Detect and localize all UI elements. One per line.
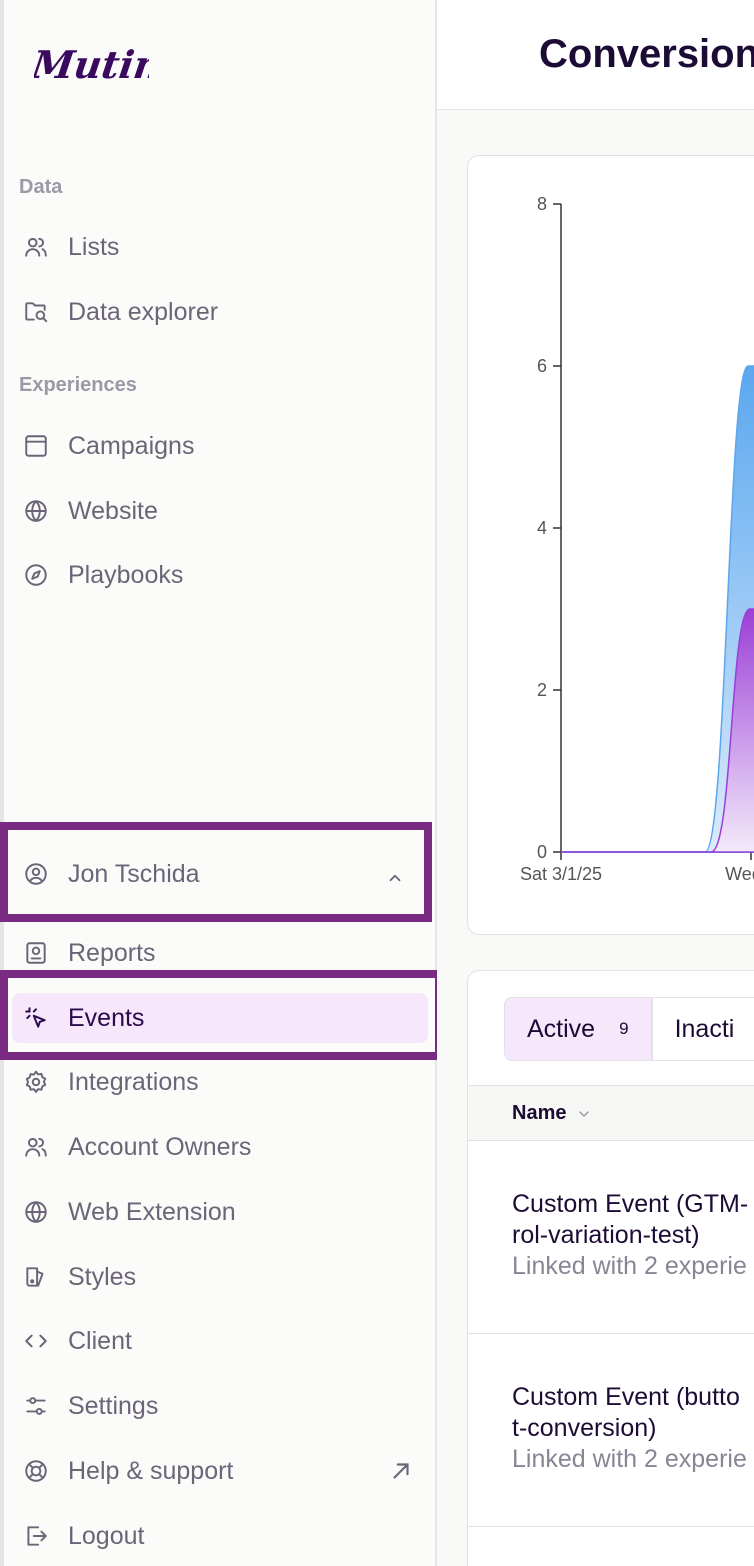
event-name-line: Custom Event (GTM-: [512, 1190, 749, 1218]
x-tick-label: Sat 3/1/25: [520, 864, 602, 884]
event-name[interactable]: Custom Event (GTM- rol-variation-test): [512, 1189, 748, 1251]
column-header-label: Name: [512, 1102, 567, 1124]
page-header: Conversion: [437, 0, 754, 110]
swatch-icon: [22, 1263, 50, 1291]
sidebar-item-account-owners[interactable]: Account Owners: [12, 1122, 428, 1172]
sidebar: Mutiny Data Lists Data explorer Experien…: [4, 0, 436, 1566]
section-label-data: Data: [19, 176, 63, 198]
sidebar-item-web-extension[interactable]: Web Extension: [12, 1187, 428, 1237]
conversion-chart: 0 2 4 6 8 Sat 3/1/25 Wed 3: [467, 155, 754, 935]
sidebar-item-label: Account Owners: [68, 1132, 252, 1161]
table-row[interactable]: Custom Event (GTM- rol-variation-test) L…: [468, 1141, 754, 1334]
compass-icon: [22, 561, 50, 589]
mutiny-logo[interactable]: Mutiny: [27, 38, 189, 103]
sidebar-item-label: Events: [68, 1003, 145, 1032]
logout-icon: [22, 1522, 50, 1550]
y-tick-label: 4: [537, 518, 547, 538]
event-name-line: Custom Event (butto: [512, 1383, 740, 1411]
sidebar-item-reports[interactable]: Reports: [12, 928, 428, 978]
tab-label: Inacti: [674, 1014, 735, 1043]
sidebar-item-client[interactable]: Client: [12, 1316, 428, 1366]
event-name-line: rol-variation-test): [512, 1221, 700, 1249]
tab-count-badge: 9: [619, 1019, 629, 1038]
sidebar-item-settings[interactable]: Settings: [12, 1381, 428, 1431]
sidebar-item-data-explorer[interactable]: Data explorer: [12, 287, 428, 337]
sidebar-item-playbooks[interactable]: Playbooks: [12, 550, 428, 600]
event-linked-info: Linked with 2 experie: [512, 1445, 747, 1473]
user-menu-toggle[interactable]: Jon Tschida: [12, 849, 428, 899]
y-tick-label: 8: [537, 194, 547, 214]
y-tick-label: 0: [537, 842, 547, 862]
sidebar-item-label: Data explorer: [68, 297, 219, 326]
main-content: Conversion 0 2 4 6 8 Sat 3/1/25 Wed 3 Active 9…: [437, 0, 754, 1566]
y-tick-label: 2: [537, 680, 547, 700]
sidebar-item-label: Reports: [68, 938, 156, 967]
table-row[interactable]: Custom Event (butto t-conversion) Linked…: [468, 1334, 754, 1527]
event-name-line: t-conversion): [512, 1414, 657, 1442]
report-icon: [22, 939, 50, 967]
sidebar-item-lists[interactable]: Lists: [12, 222, 428, 272]
lifebuoy-icon: [22, 1457, 50, 1485]
sidebar-item-label: Lists: [68, 232, 120, 261]
section-label-experiences: Experiences: [19, 374, 137, 396]
series-area-blue: [561, 365, 754, 853]
sidebar-item-campaigns[interactable]: Campaigns: [12, 421, 428, 471]
tab-inactive[interactable]: Inacti: [651, 997, 754, 1061]
y-tick-label: 6: [537, 356, 547, 376]
code-icon: [22, 1327, 50, 1355]
app-window: Mutiny Data Lists Data explorer Experien…: [0, 0, 754, 1566]
status-tabs: Active 9 Inacti: [504, 997, 754, 1061]
browser-window-icon: [22, 432, 50, 460]
sidebar-item-label: Client: [68, 1326, 132, 1355]
globe-icon: [22, 1198, 50, 1226]
sidebar-item-label: Logout: [68, 1521, 145, 1550]
sidebar-item-integrations[interactable]: Integrations: [12, 1057, 428, 1107]
sidebar-item-help-support[interactable]: Help & support: [12, 1446, 428, 1496]
sidebar-item-website[interactable]: Website: [12, 486, 428, 536]
sidebar-item-label: Help & support: [68, 1456, 234, 1485]
sidebar-item-label: Integrations: [68, 1067, 199, 1096]
user-name: Jon Tschida: [68, 859, 200, 888]
chevron-up-icon: [386, 865, 404, 894]
gear-icon: [22, 1068, 50, 1096]
user-circle-icon: [22, 860, 50, 888]
external-link-icon: [388, 1458, 414, 1491]
sidebar-item-styles[interactable]: Styles: [12, 1252, 428, 1302]
chevron-down-icon: [579, 1110, 590, 1117]
sidebar-item-label: Campaigns: [68, 431, 195, 460]
sidebar-item-label: Web Extension: [68, 1197, 236, 1226]
sidebar-item-label: Website: [68, 496, 158, 525]
users-icon: [22, 1133, 50, 1161]
sidebar-item-label: Playbooks: [68, 560, 184, 589]
globe-icon: [22, 497, 50, 525]
sidebar-item-label: Styles: [68, 1262, 137, 1291]
events-table-card: Active 9 Inacti Name Custom Event (GTM- …: [467, 970, 754, 1566]
sidebar-item-events[interactable]: Events: [12, 993, 428, 1043]
folder-search-icon: [22, 298, 50, 326]
tab-active[interactable]: Active 9: [504, 997, 652, 1061]
sliders-icon: [22, 1392, 50, 1420]
event-linked-info: Linked with 2 experie: [512, 1252, 747, 1280]
tab-label: Active: [527, 1014, 596, 1043]
mutiny-logo-icon: Mutiny: [27, 43, 189, 88]
sidebar-item-label: Settings: [68, 1391, 159, 1420]
svg-text:Mutiny: Mutiny: [34, 43, 149, 88]
cursor-click-icon: [22, 1004, 50, 1032]
sidebar-item-logout[interactable]: Logout: [12, 1511, 428, 1561]
table-header: Name: [468, 1085, 754, 1141]
chart-svg: 0 2 4 6 8 Sat 3/1/25 Wed 3: [520, 194, 754, 884]
event-name[interactable]: Custom Event (butto t-conversion): [512, 1382, 740, 1444]
x-tick-label: Wed 3: [725, 864, 754, 884]
page-title: Conversion: [539, 32, 754, 76]
column-header-name[interactable]: Name: [512, 1102, 592, 1125]
users-icon: [22, 233, 50, 261]
